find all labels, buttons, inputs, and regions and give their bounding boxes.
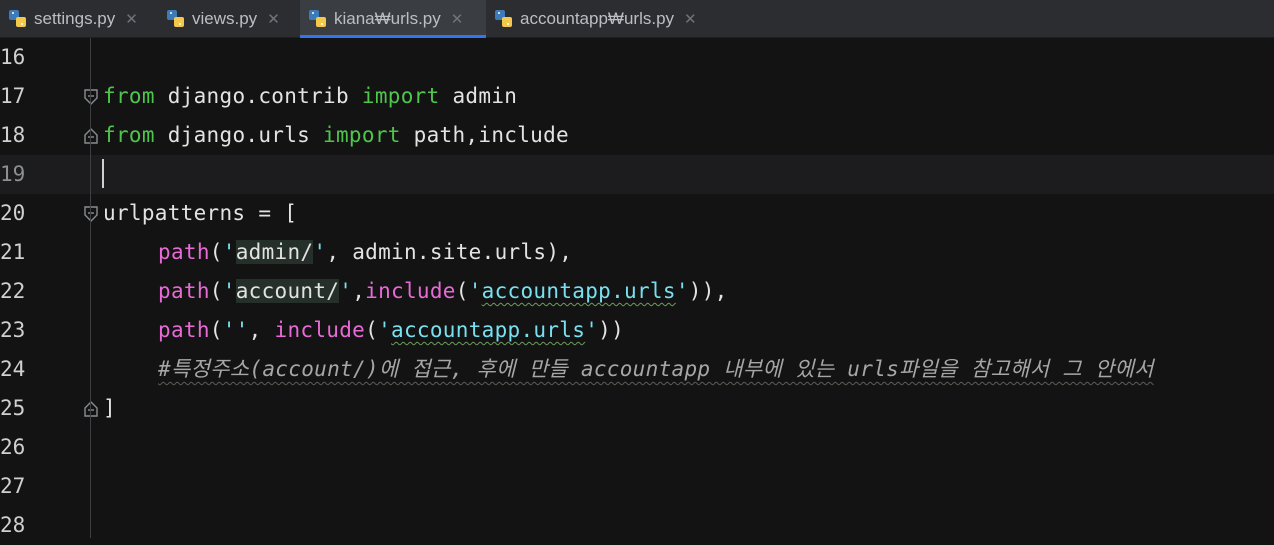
code-text[interactable]: path('account/',include('accountapp.urls… [103, 272, 728, 311]
code-line[interactable]: 20 urlpatterns = [ [0, 194, 1274, 233]
tab-label: views.py [192, 8, 258, 28]
line-number: 27 [0, 474, 26, 498]
line-number: 28 [0, 513, 26, 537]
code-text[interactable]: #특정주소(account/)에 접근, 후에 만들 accountapp 내부… [103, 350, 1154, 389]
code-line[interactable]: 28 [0, 506, 1274, 545]
function-token: include [365, 279, 456, 303]
code-line-current[interactable]: 19 [0, 155, 1274, 194]
string-token: accountapp.urls [391, 318, 586, 342]
close-icon[interactable]: ✕ [684, 10, 697, 28]
function-token: path [158, 318, 210, 342]
code-token: django.urls [154, 123, 324, 147]
code-line[interactable]: 27 [0, 467, 1274, 506]
code-line[interactable]: 26 [0, 428, 1274, 467]
line-number: 20 [0, 201, 26, 225]
close-icon[interactable]: ✕ [267, 10, 280, 28]
python-file-icon [309, 9, 326, 27]
code-token: ( [209, 279, 223, 303]
code-token: ( [455, 279, 469, 303]
close-icon[interactable]: ✕ [125, 10, 138, 28]
tab-label: settings.py [34, 8, 116, 28]
fold-end-icon[interactable] [83, 400, 99, 418]
keyword-token: from [103, 84, 155, 108]
tab-kiana-urls-py[interactable]: kiana₩urls.py ✕ [300, 0, 486, 38]
code-token: )) [598, 318, 625, 342]
code-text[interactable]: from django.contrib import admin [103, 77, 517, 116]
string-token: admin/ [235, 240, 314, 264]
string-quote: ' [339, 279, 353, 303]
code-token: ( [209, 318, 223, 342]
code-line[interactable]: 18 from django.urls import path,include [0, 116, 1274, 155]
code-editor[interactable]: 16 17 from django.contrib import admin 1… [0, 38, 1274, 538]
code-line[interactable]: 22 path('account/',include('accountapp.u… [0, 272, 1274, 311]
comment-token: #특정주소(account/)에 접근, 후에 만들 accountapp 내부… [158, 357, 1154, 381]
code-line[interactable]: 21 path('admin/', admin.site.urls), [0, 233, 1274, 272]
line-number: 24 [0, 357, 26, 381]
code-text[interactable]: path('admin/', admin.site.urls), [103, 233, 572, 272]
editor-tab-bar: settings.py ✕ views.py ✕ kiana₩urls.py ✕… [0, 0, 1274, 38]
string-token: accountapp.urls [481, 279, 676, 303]
line-number: 25 [0, 396, 26, 420]
string-quote: ' [378, 318, 392, 342]
code-line[interactable]: 23 path('', include('accountapp.urls')) [0, 311, 1274, 350]
code-token: admin [439, 84, 518, 108]
tab-label: accountapp₩urls.py [520, 8, 675, 28]
line-number: 16 [0, 45, 26, 69]
python-file-icon [167, 9, 184, 27]
code-token: , [248, 318, 275, 342]
function-token: include [274, 318, 366, 342]
code-token: ( [209, 240, 223, 264]
fold-end-icon[interactable] [83, 127, 99, 145]
code-line[interactable]: 17 from django.contrib import admin [0, 77, 1274, 116]
line-number: 19 [0, 162, 26, 186]
fold-collapse-icon[interactable] [83, 205, 99, 223]
line-number: 17 [0, 84, 26, 108]
line-number: 21 [0, 240, 26, 264]
code-token: ( [365, 318, 379, 342]
string-quote: ' [585, 318, 599, 342]
code-token: )), [688, 279, 728, 303]
tab-label: kiana₩urls.py [334, 8, 441, 28]
keyword-token: import [323, 123, 401, 147]
code-text[interactable]: from django.urls import path,include [103, 116, 569, 155]
code-text[interactable]: path('', include('accountapp.urls')) [103, 311, 624, 350]
string-quote: ' [468, 279, 482, 303]
line-number: 22 [0, 279, 26, 303]
string-quote: ' [313, 240, 327, 264]
code-line[interactable]: 24 #특정주소(account/)에 접근, 후에 만들 accountapp… [0, 350, 1274, 389]
python-file-icon [9, 9, 26, 27]
code-token: , [352, 279, 366, 303]
string-quote: ' [222, 240, 236, 264]
gutter-divider [90, 38, 91, 538]
keyword-token: import [361, 84, 440, 108]
code-text[interactable]: urlpatterns = [ [103, 194, 297, 233]
function-token: path [158, 240, 210, 264]
line-number: 18 [0, 123, 26, 147]
function-token: path [158, 279, 210, 303]
tab-settings-py[interactable]: settings.py ✕ [0, 0, 158, 37]
fold-collapse-icon[interactable] [83, 88, 99, 106]
code-text[interactable]: ] [103, 389, 116, 428]
line-number: 23 [0, 318, 26, 342]
code-line[interactable]: 25 ] [0, 389, 1274, 428]
string-token: '' [222, 318, 249, 342]
text-caret [102, 159, 104, 188]
code-token: django.contrib [154, 84, 362, 108]
code-token: , admin.site.urls), [326, 240, 573, 264]
string-quote: ' [675, 279, 689, 303]
string-token: account/ [235, 279, 340, 303]
tab-accountapp-urls-py[interactable]: accountapp₩urls.py ✕ [486, 0, 724, 37]
string-quote: ' [222, 279, 236, 303]
line-number: 26 [0, 435, 26, 459]
code-token: path,include [400, 123, 569, 147]
close-icon[interactable]: ✕ [451, 10, 464, 28]
tab-views-py[interactable]: views.py ✕ [158, 0, 300, 37]
python-file-icon [495, 9, 512, 27]
keyword-token: from [103, 123, 155, 147]
code-line[interactable]: 16 [0, 38, 1274, 77]
